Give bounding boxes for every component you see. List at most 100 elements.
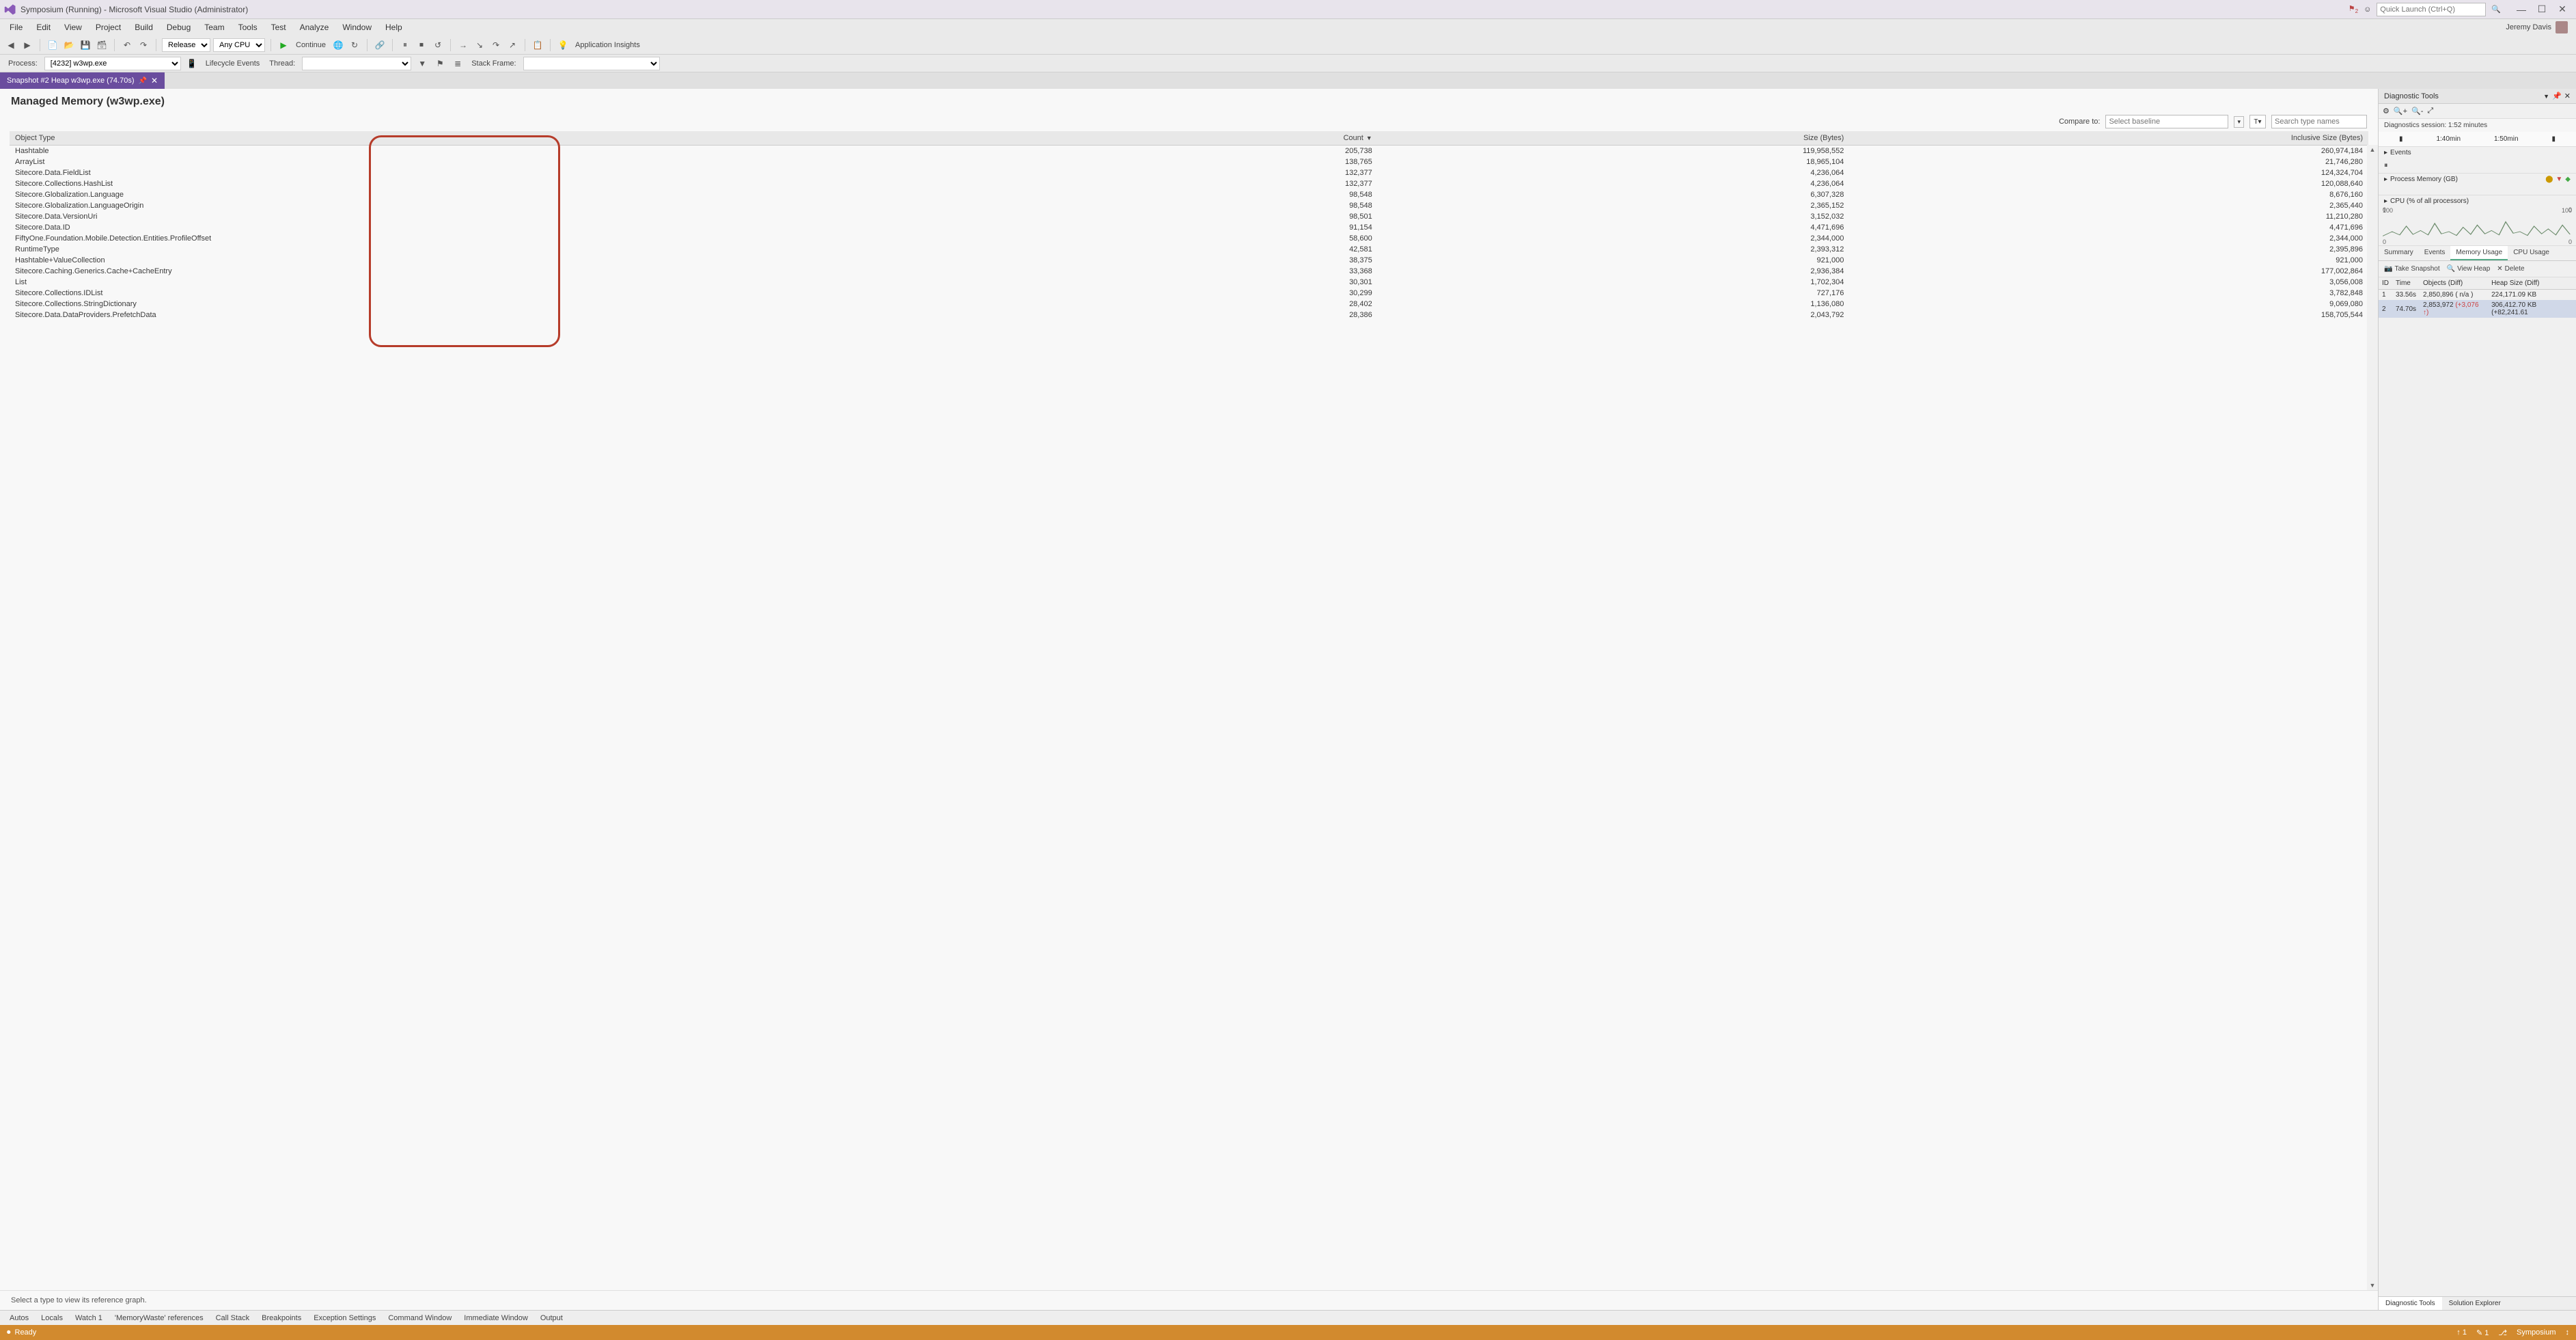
table-row[interactable]: Hashtable 205,738 119,958,552 260,974,18…: [10, 146, 2368, 157]
tab-heap-snapshot[interactable]: Snapshot #2 Heap w3wp.exe (74.70s) 📌 ✕: [0, 72, 165, 89]
thread-select[interactable]: [302, 57, 411, 70]
minimize-button[interactable]: —: [2512, 3, 2531, 16]
tab-diagnostic-tools[interactable]: Diagnostic Tools: [2379, 1297, 2442, 1310]
table-row[interactable]: RuntimeType 42,581 2,393,312 2,395,896: [10, 244, 2368, 255]
tab-command-window[interactable]: Command Window: [383, 1312, 457, 1324]
tab-memory-usage[interactable]: Memory Usage: [2450, 246, 2508, 260]
expand-icon[interactable]: ▸: [2384, 176, 2387, 183]
tab-immediate-window[interactable]: Immediate Window: [458, 1312, 534, 1324]
pin-icon[interactable]: 📌: [2552, 92, 2562, 100]
take-snapshot-button[interactable]: 📷Take Snapshot: [2384, 265, 2440, 273]
private-bytes-icon[interactable]: ◆: [2565, 176, 2571, 183]
pin-icon[interactable]: 📌: [139, 77, 147, 85]
step-into-icon[interactable]: ↘: [473, 38, 486, 52]
thread-flag-icon[interactable]: ⚑: [433, 57, 447, 70]
solution-config-select[interactable]: Release: [162, 38, 210, 52]
search-icon[interactable]: 🔍: [2491, 5, 2501, 14]
menu-help[interactable]: Help: [378, 20, 409, 35]
table-row[interactable]: Sitecore.Caching.Generics.Cache+CacheEnt…: [10, 266, 2368, 277]
scroll-down-icon[interactable]: ▼: [2368, 1281, 2377, 1290]
zoom-out-icon[interactable]: 🔍-: [2411, 107, 2423, 115]
tab-solution-explorer[interactable]: Solution Explorer: [2442, 1297, 2508, 1310]
zoom-in-icon[interactable]: 🔍+: [2394, 107, 2407, 115]
repo-icon[interactable]: ⎇: [2498, 1328, 2507, 1337]
branch-icon[interactable]: ↕: [2566, 1328, 2570, 1337]
table-row[interactable]: List 30,301 1,702,304 3,056,008: [10, 277, 2368, 288]
table-row[interactable]: Sitecore.Globalization.LanguageOrigin 98…: [10, 200, 2368, 211]
tab-locals[interactable]: Locals: [36, 1312, 68, 1324]
table-row[interactable]: Sitecore.Data.ID 91,154 4,471,696 4,471,…: [10, 222, 2368, 233]
lifecycle-icon[interactable]: 📱: [185, 57, 199, 70]
user-avatar-icon[interactable]: [2556, 21, 2568, 33]
nav-back-icon[interactable]: ◀: [4, 38, 18, 52]
col-objects[interactable]: Objects (Diff): [2420, 277, 2488, 290]
menu-tools[interactable]: Tools: [232, 20, 264, 35]
process-select[interactable]: [4232] w3wp.exe: [44, 57, 181, 70]
snapshot-marker-icon[interactable]: ⬤: [2545, 176, 2553, 183]
pending-changes-count[interactable]: ✎ 1: [2476, 1328, 2489, 1337]
scroll-up-icon[interactable]: ▲: [2368, 145, 2377, 154]
close-button[interactable]: ✕: [2553, 3, 2572, 16]
continue-label[interactable]: Continue: [293, 41, 329, 49]
tab-close-icon[interactable]: ✕: [151, 76, 158, 85]
nav-forward-icon[interactable]: ▶: [20, 38, 34, 52]
menu-analyze[interactable]: Analyze: [293, 20, 336, 35]
tab-callstack[interactable]: Call Stack: [210, 1312, 255, 1324]
menu-debug[interactable]: Debug: [160, 20, 197, 35]
table-row[interactable]: Sitecore.Data.DataProviders.PrefetchData…: [10, 310, 2368, 320]
restart-icon[interactable]: ↺: [431, 38, 445, 52]
gc-marker-icon[interactable]: ▼: [2556, 176, 2562, 183]
baseline-select[interactable]: [2105, 115, 2228, 128]
col-object-type[interactable]: Object Type: [10, 131, 1047, 146]
col-id[interactable]: ID: [2379, 277, 2392, 290]
snapshot-row[interactable]: 2 74.70s 2,853,972 (+3,076 ↑) 306,412.70…: [2379, 300, 2576, 318]
filter-button[interactable]: T▾: [2249, 115, 2266, 128]
platform-select[interactable]: Any CPU: [213, 38, 265, 52]
view-heap-button[interactable]: 🔍View Heap: [2447, 265, 2491, 273]
refresh-icon[interactable]: ↻: [348, 38, 361, 52]
add-source-count[interactable]: ↑ 1: [2456, 1328, 2467, 1337]
save-icon[interactable]: 💾: [79, 38, 92, 52]
table-row[interactable]: Sitecore.Collections.IDList 30,299 727,1…: [10, 288, 2368, 299]
step-over-icon[interactable]: ↷: [489, 38, 503, 52]
intellitrace-icon[interactable]: 📋: [531, 38, 544, 52]
col-time[interactable]: Time: [2392, 277, 2420, 290]
link-icon[interactable]: 🔗: [373, 38, 387, 52]
browser-icon[interactable]: 🌐: [331, 38, 345, 52]
tab-cpu-usage[interactable]: CPU Usage: [2508, 246, 2555, 260]
table-row[interactable]: Sitecore.Collections.StringDictionary 28…: [10, 299, 2368, 310]
table-row[interactable]: Sitecore.Collections.HashList 132,377 4,…: [10, 178, 2368, 189]
lifecycle-label[interactable]: Lifecycle Events: [203, 59, 262, 68]
col-heap[interactable]: Heap Size (Diff): [2488, 277, 2576, 290]
table-row[interactable]: ArrayList 138,765 18,965,104 21,746,280: [10, 156, 2368, 167]
feedback-icon[interactable]: ☺: [2364, 5, 2371, 14]
open-icon[interactable]: 📂: [62, 38, 76, 52]
tab-events[interactable]: Events: [2419, 246, 2451, 260]
stackframe-icon[interactable]: ≣: [451, 57, 465, 70]
step-out-icon[interactable]: ↗: [505, 38, 519, 52]
menu-edit[interactable]: Edit: [29, 20, 57, 35]
col-inclusive[interactable]: Inclusive Size (Bytes): [1849, 131, 2368, 146]
tab-references[interactable]: 'MemoryWaste' references: [109, 1312, 209, 1324]
stackframe-select[interactable]: [523, 57, 660, 70]
menu-view[interactable]: View: [57, 20, 89, 35]
close-icon[interactable]: ✕: [2564, 92, 2571, 100]
pause-icon[interactable]: ⏸: [398, 38, 412, 52]
tab-output[interactable]: Output: [535, 1312, 568, 1324]
expand-icon[interactable]: ▸: [2384, 149, 2387, 156]
stop-icon[interactable]: ⏹: [415, 38, 428, 52]
notification-flag-icon[interactable]: ⚑2: [2349, 4, 2358, 14]
tab-autos[interactable]: Autos: [4, 1312, 34, 1324]
undo-icon[interactable]: ↶: [120, 38, 134, 52]
cpu-graph[interactable]: [2379, 214, 2576, 238]
menu-test[interactable]: Test: [264, 20, 293, 35]
gear-icon[interactable]: ⚙: [2383, 107, 2390, 115]
insights-label[interactable]: Application Insights: [572, 41, 643, 49]
menu-window[interactable]: Window: [335, 20, 378, 35]
menu-build[interactable]: Build: [128, 20, 160, 35]
redo-icon[interactable]: ↷: [137, 38, 150, 52]
expand-icon[interactable]: ▸: [2384, 197, 2387, 205]
table-row[interactable]: Sitecore.Data.FieldList 132,377 4,236,06…: [10, 167, 2368, 178]
thread-filter-icon[interactable]: ▼: [415, 57, 429, 70]
delete-button[interactable]: ✕Delete: [2497, 265, 2524, 273]
